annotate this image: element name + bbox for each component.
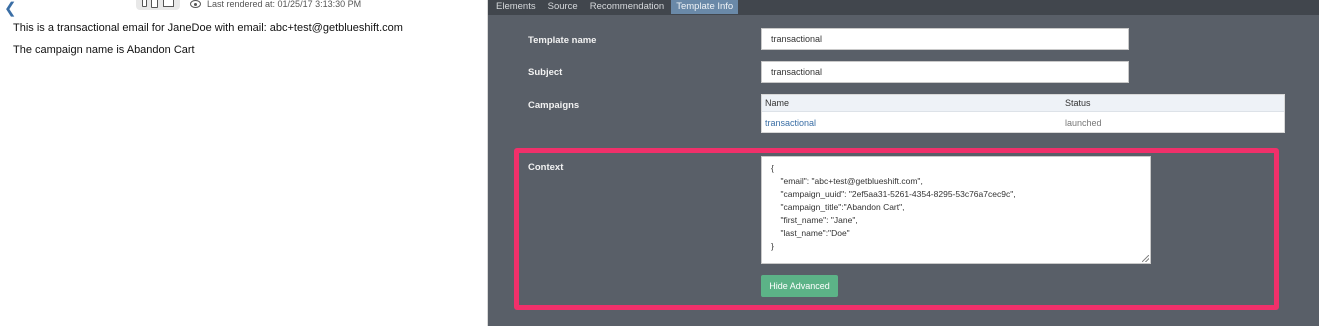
campaigns-label: Campaigns <box>528 100 580 111</box>
resize-handle-icon[interactable] <box>1142 255 1149 262</box>
campaign-status: launched <box>1065 118 1102 128</box>
desktop-icon[interactable] <box>162 0 174 7</box>
email-body-line: This is a transactional email for JaneDo… <box>13 22 403 34</box>
template-name-label: Template name <box>528 35 597 46</box>
context-textarea[interactable]: { "email": "abc+test@getblueshift.com", … <box>761 156 1151 264</box>
eye-icon <box>190 0 201 8</box>
last-rendered-text: Last rendered at: 01/25/17 3:13:30 PM <box>207 0 362 9</box>
template-name-input[interactable]: transactional <box>761 28 1129 50</box>
email-body-line: The campaign name is Abandon Cart <box>13 44 195 56</box>
tab-bar: Elements Source Recommendation Template … <box>488 0 1319 15</box>
template-settings-panel: Elements Source Recommendation Template … <box>488 0 1319 326</box>
subject-label: Subject <box>528 67 563 78</box>
context-json-text: { "email": "abc+test@getblueshift.com", … <box>771 163 1016 251</box>
email-preview-pane: ❮ Last rendered at: 01/25/17 3:13:30 PM … <box>0 0 488 326</box>
tab-source[interactable]: Source <box>543 0 583 14</box>
subject-input[interactable]: transactional <box>761 61 1129 83</box>
campaigns-table: Name Status transactional launched <box>761 94 1285 133</box>
tab-recommendation[interactable]: Recommendation <box>585 0 669 14</box>
tab-template-info[interactable]: Template Info <box>671 0 739 14</box>
tablet-icon[interactable] <box>151 0 159 8</box>
campaign-name-link[interactable]: transactional <box>765 118 816 128</box>
device-toggle-group <box>136 0 180 10</box>
column-header-status: Status <box>1065 98 1091 108</box>
tab-elements[interactable]: Elements <box>491 0 541 14</box>
mobile-icon[interactable] <box>142 0 148 7</box>
chevron-left-icon[interactable]: ❮ <box>4 1 17 17</box>
hide-advanced-button[interactable]: Hide Advanced <box>761 275 838 297</box>
context-label: Context <box>528 162 564 173</box>
render-info: Last rendered at: 01/25/17 3:13:30 PM <box>190 0 361 9</box>
column-header-name: Name <box>765 98 790 108</box>
campaigns-table-header: Name Status <box>762 95 1284 112</box>
